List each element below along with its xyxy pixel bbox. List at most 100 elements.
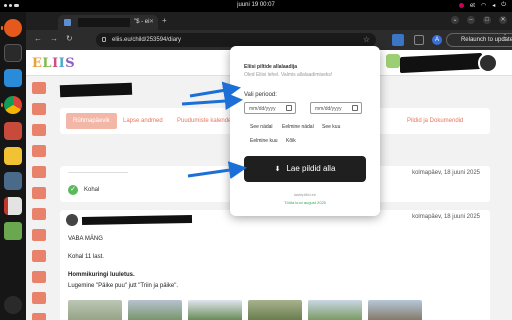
end-date-input[interactable]: mm/dd/yyyy [310,102,362,114]
eliis-downloader-extension-icon[interactable] [392,34,404,46]
downloader-popup: Eliisi piltide allalaadija Oled Eliisi l… [230,46,380,216]
tab-favicon [64,19,71,26]
user-avatar[interactable] [478,53,498,73]
show-apps-icon[interactable] [4,296,22,314]
redacted-tab-title [78,18,130,27]
system-tray[interactable]: et ◠ ◂ ⏻ [458,2,506,9]
rail-message-icon[interactable] [32,187,46,199]
browser-menu-icon[interactable]: ⋮ [501,33,509,42]
minimize-icon[interactable]: – [467,16,475,24]
photo-thumbnail[interactable] [308,300,362,320]
rail-tools-icon[interactable] [32,208,46,220]
diary-entry-activity: kolmapäev, 18 juuni 2025 VABA MÄNG Kohal… [60,210,490,320]
tab-ruhmapaevik[interactable]: Rühmapäevik [66,113,117,129]
popup-footer-site[interactable]: lastepiltid.ee [230,192,380,197]
rail-list-icon[interactable] [32,271,46,283]
keyboard-layout-indicator[interactable]: et [470,3,475,9]
redacted-child-name [59,82,133,98]
photo-thumbnail[interactable] [68,300,122,320]
download-images-button[interactable]: ⬇ Lae pildid alla [244,156,366,182]
popup-title: Eliisi piltide allalaadija [244,64,298,70]
entry-date: kolmapäev, 18 juuni 2025 [412,170,480,176]
firefox-icon[interactable] [4,19,22,37]
start-date-placeholder: mm/dd/yyyy [249,106,276,112]
new-tab-button[interactable]: + [162,16,167,25]
download-icon: ⬇ [274,166,281,173]
photo-thumbnail[interactable] [368,300,422,320]
quick-last-week-button[interactable]: Eelmine nädal [282,124,314,130]
files-icon[interactable] [4,122,22,140]
extensions-puzzle-icon[interactable] [414,35,424,45]
quick-this-week-button[interactable]: See nädal [250,124,273,130]
end-date-placeholder: mm/dd/yyyy [315,106,342,112]
redacted-user-name [400,52,482,74]
rail-image-icon[interactable] [32,229,46,241]
close-tab-icon[interactable]: ✕ [149,18,154,25]
terminal-icon[interactable] [4,44,22,62]
power-icon[interactable]: ⏻ [501,2,506,9]
tab-lapse-andmed[interactable]: Lapse andmed [116,113,170,129]
start-date-input[interactable]: mm/dd/yyyy [244,102,296,114]
photo-thumbnail[interactable] [248,300,302,320]
system-top-bar: juuni 19 00:07 et ◠ ◂ ⏻ [0,0,512,12]
rail-home-icon[interactable] [32,82,46,94]
period-label: Vali periood: [244,92,277,98]
tab-title: "$ - ei [134,19,150,25]
running-indicator [1,26,3,30]
tab-pildid-ja-dokumendid[interactable]: Pildid ja Dokumendid [400,113,470,129]
rail-calendar-icon[interactable] [32,124,46,136]
entry-line: Lugemine "Päike puu" jutt "Triin ja päik… [68,283,179,289]
rail-settings-icon[interactable] [32,292,46,304]
popup-subtitle: Oled Eliisi lehel. Valmis allalaadimisek… [244,72,333,78]
tab-search-icon[interactable]: ⌄ [451,16,459,24]
reload-icon[interactable]: ↻ [66,34,73,43]
bookmark-star-icon[interactable]: ☆ [363,35,370,44]
todo-icon[interactable] [4,197,22,215]
rail-chat-icon[interactable] [32,145,46,157]
eliis-logo[interactable]: ELIIS [32,56,75,71]
system-clock[interactable]: juuni 19 00:07 [0,2,512,8]
attendance-status: Kohal [84,187,100,193]
rail-document-icon[interactable] [32,166,46,178]
address-bar[interactable]: eliis.eu/child/253594/diary ☆ [96,33,376,47]
chrome-icon[interactable] [4,96,22,114]
window-controls: ⌄ – □ ✕ [451,16,507,24]
entry-line: VABA MÄNG [68,236,103,242]
rail-eye-icon[interactable] [32,103,46,115]
network-icon[interactable]: ◠ [481,2,486,9]
rail-book-icon[interactable] [32,250,46,262]
left-icon-rail [32,82,46,320]
entry-line: Kohal 11 last. [68,254,104,260]
url-text: eliis.eu/child/253594/diary [112,37,182,43]
calendar-icon[interactable] [352,105,358,111]
quick-this-month-button[interactable]: See kuu [322,124,340,130]
profile-avatar[interactable]: A [432,35,442,45]
divider [68,172,128,173]
entry-date: kolmapäev, 18 juuni 2025 [412,214,480,220]
photo-strip [68,300,422,320]
back-icon[interactable]: ← [34,34,42,43]
virtualbox-icon[interactable] [4,172,22,190]
forward-icon[interactable]: → [50,34,58,43]
application-dock [0,12,26,320]
trash-icon[interactable] [4,222,22,240]
rail-folder-icon[interactable] [32,313,46,320]
quick-last-month-button[interactable]: Eelmine kuu [250,138,278,144]
vscode-icon[interactable] [4,69,22,87]
group-badge[interactable] [386,54,400,68]
running-indicator [1,103,3,107]
calendar-icon[interactable] [286,105,292,111]
quick-all-button[interactable]: Kõik [286,138,296,144]
maximize-icon[interactable]: □ [483,16,491,24]
browser-tab[interactable]: "$ - ei ✕ [58,15,158,30]
volume-icon[interactable]: ◂ [492,2,495,9]
photo-thumbnail[interactable] [188,300,242,320]
text-editor-icon[interactable] [4,147,22,165]
close-window-icon[interactable]: ✕ [499,16,507,24]
photo-thumbnail[interactable] [128,300,182,320]
browser-tab-strip: "$ - ei ✕ + ⌄ – □ ✕ [26,12,512,30]
entry-line: Hommikuringi luuletus. [68,272,135,278]
check-icon: ✓ [68,185,78,195]
notification-icon[interactable] [458,3,464,8]
site-info-icon[interactable] [102,37,106,42]
